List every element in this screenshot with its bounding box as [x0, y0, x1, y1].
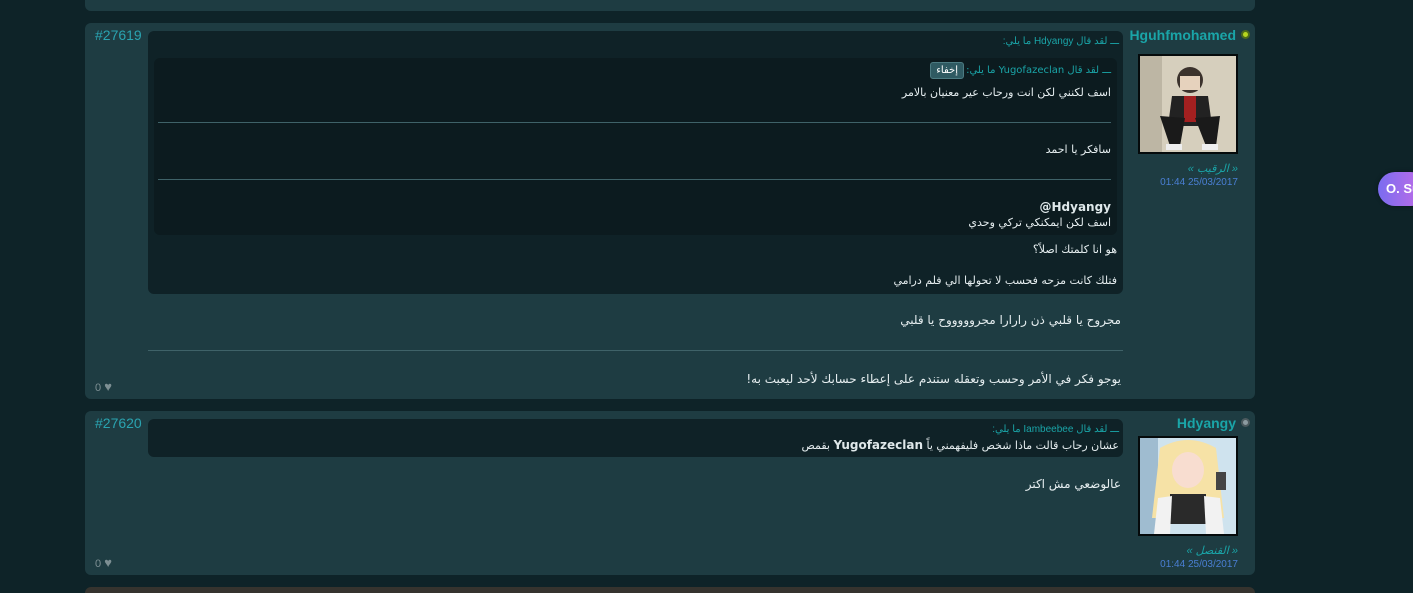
forum-post: #27620 ـــ لقد قال Iambeebee ما يلي: عشا… — [85, 411, 1255, 575]
nested-quote-header: ـــ لقد قال Yugofazeclan ما يلي: — [966, 65, 1111, 76]
post-text: يوجو فكر في الأمر وحسب وتعقله ستندم على … — [746, 372, 1121, 386]
quote-text: اسف لكنني لكن انت ورحاب عير معنيان بالام… — [901, 86, 1111, 99]
quote-text: هو انا كلمتك اصلاً؟ — [1032, 243, 1117, 256]
quote-text: فتلك كانت مزحه فحسب لا تحولها الي فلم در… — [893, 274, 1117, 287]
quote-text: سافكر يا احمد — [1045, 143, 1111, 156]
post-number-link[interactable]: #27619 — [95, 27, 142, 43]
quote-author-link[interactable]: Iambeebee — [1023, 424, 1073, 435]
nested-quote-block: إخفاء ـــ لقد قال Yugofazeclan ما يلي: ا… — [154, 58, 1117, 235]
divider — [148, 350, 1123, 351]
quote-header: ـــ لقد قال Iambeebee ما يلي: — [992, 424, 1119, 435]
username-link[interactable]: Hguhfmohamed — [1128, 27, 1250, 43]
hide-quote-button[interactable]: إخفاء — [930, 62, 964, 79]
online-status-icon — [1241, 30, 1250, 39]
user-rank: « القنصل » — [1186, 545, 1238, 557]
nested-quote-author-link[interactable]: Yugofazeclan — [999, 65, 1065, 76]
heart-icon: ♥ — [104, 555, 112, 570]
quote-block: ـــ لقد قال Hdyangy ما يلي: إخفاء ـــ لق… — [148, 31, 1123, 294]
user-info: Hguhfmohamed « الرقيب » 01:44 25/03/2017 — [1128, 27, 1250, 188]
username-link[interactable]: Hdyangy — [1128, 415, 1250, 431]
like-count: 0 — [95, 0, 101, 2]
quote-block: ـــ لقد قال Iambeebee ما يلي: عشان رحاب … — [148, 419, 1123, 457]
quote-text: عشان رحاب قالت ماذا شخص فليفهمني ياً Yug… — [801, 438, 1119, 452]
forum-post: #27619 ـــ لقد قال Hdyangy ما يلي: إخفاء… — [85, 23, 1255, 399]
post-text: عالوضعي مش اكتر — [1025, 477, 1121, 491]
heart-icon: ♥ — [104, 379, 112, 394]
divider — [158, 179, 1111, 180]
like-button[interactable]: 0 ♥ — [95, 379, 112, 394]
quote-header: ـــ لقد قال Hdyangy ما يلي: — [1002, 36, 1119, 47]
avatar[interactable] — [1138, 54, 1238, 154]
user-info: Hdyangy « القنصل » 01:44 25/03/2017 — [1128, 415, 1250, 570]
user-mention[interactable]: Yugofazeclan — [834, 438, 924, 452]
quote-author-link[interactable]: Hdyangy — [1034, 36, 1073, 47]
quote-text: اسف لكن ايمكنكي تركي وحدي — [968, 216, 1111, 229]
avatar[interactable] — [1138, 436, 1238, 536]
like-button[interactable]: 0 ♥ — [95, 555, 112, 570]
user-mention[interactable]: @Hdyangy — [1039, 200, 1111, 214]
post-text: مجروح يا قلبي ذن رارارا مجروووووح يا قلب… — [900, 313, 1121, 327]
post-timestamp: 01:44 25/03/2017 — [1160, 559, 1238, 570]
next-post-top — [85, 587, 1255, 593]
divider — [158, 122, 1111, 123]
post-number-link[interactable]: #27620 — [95, 415, 142, 431]
offline-status-icon — [1241, 418, 1250, 427]
previous-post-footer: 0 — [85, 0, 1255, 11]
post-timestamp: 01:44 25/03/2017 — [1160, 177, 1238, 188]
floating-side-button[interactable]: O. Su — [1378, 172, 1413, 206]
user-rank: « الرقيب » — [1187, 163, 1238, 175]
